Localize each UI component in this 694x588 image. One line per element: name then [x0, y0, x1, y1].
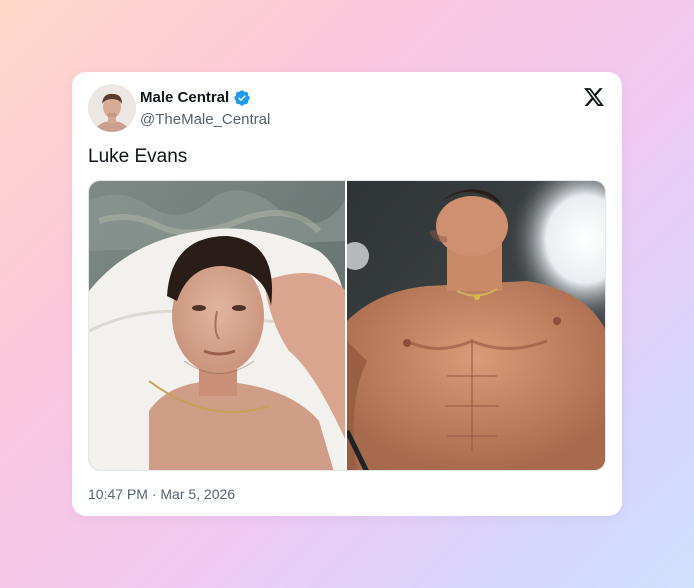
x-logo-icon[interactable] — [583, 86, 605, 108]
avatar-image — [88, 84, 136, 132]
tweet-card: Male Central @TheMale_Central Luke Evans — [72, 72, 622, 516]
media-photo-1[interactable] — [89, 181, 345, 470]
author-handle[interactable]: @TheMale_Central — [140, 110, 270, 130]
author-row: Male Central — [140, 88, 251, 108]
author-name[interactable]: Male Central — [140, 88, 229, 108]
tweet-text: Luke Evans — [88, 146, 188, 167]
tweet-media — [88, 180, 606, 471]
shirtless-photo — [347, 181, 605, 470]
selfie-photo — [89, 181, 345, 470]
verified-badge-icon — [233, 89, 251, 107]
media-photo-2[interactable] — [347, 181, 605, 470]
author-avatar[interactable] — [88, 84, 136, 132]
tweet-timestamp[interactable]: 10:47 PM · Mar 5, 2026 — [88, 484, 235, 504]
